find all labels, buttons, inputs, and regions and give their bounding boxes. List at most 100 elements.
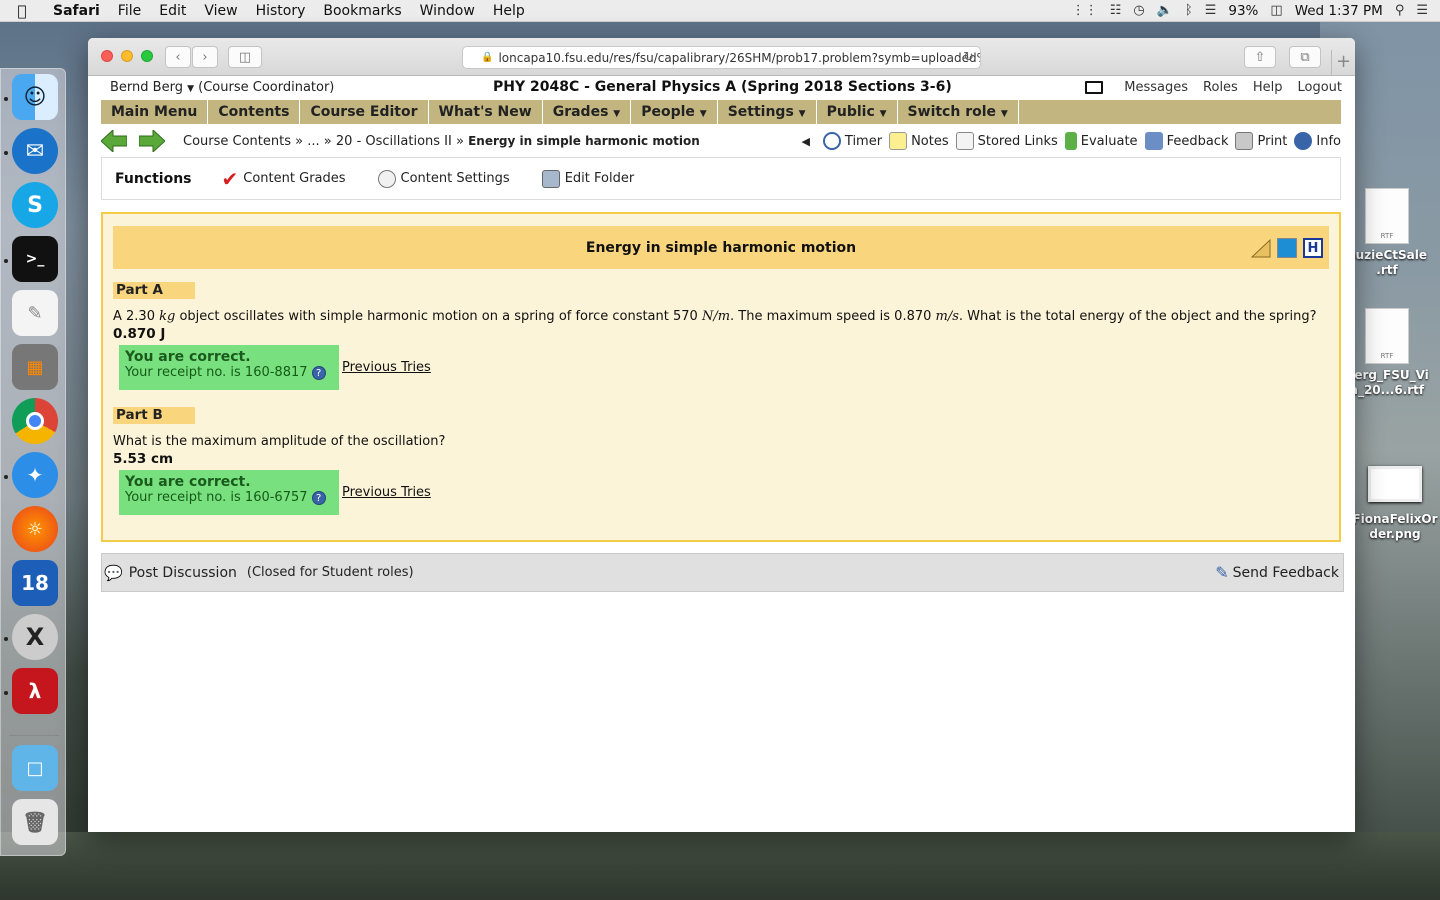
help-link[interactable]: Help	[1253, 80, 1283, 95]
rtf-document-icon: RTF	[1365, 308, 1409, 364]
stored-links-tool[interactable]: Stored Links	[955, 132, 1058, 150]
downloads-folder-icon[interactable]: □	[12, 745, 58, 791]
help-question-icon[interactable]: ?	[311, 365, 326, 380]
battery-percent[interactable]: 93%	[1228, 3, 1258, 19]
time-machine-icon[interactable]: ◷	[1133, 3, 1144, 18]
trash-icon[interactable]: 🗑	[12, 799, 58, 845]
acrobat-icon[interactable]: λ	[12, 668, 58, 714]
chrome-icon[interactable]	[12, 398, 58, 444]
feedback-tool[interactable]: Feedback	[1144, 132, 1228, 150]
previous-page-arrow-icon[interactable]	[101, 130, 127, 152]
print-tool[interactable]: Print	[1235, 132, 1287, 150]
breadcrumb-ellipsis[interactable]: ...	[307, 134, 319, 149]
zoom-window-button[interactable]	[141, 50, 153, 62]
logout-link[interactable]: Logout	[1297, 80, 1342, 95]
messages-link[interactable]: Messages	[1124, 80, 1188, 95]
menu-whats-new[interactable]: What's New	[429, 100, 543, 124]
part-b-previous-tries-link[interactable]: Previous Tries	[342, 485, 431, 500]
menu-file[interactable]: File	[109, 3, 150, 19]
checkmark-icon: ✔	[221, 166, 239, 191]
part-a-correct-box: You are correct. Your receipt no. is 160…	[119, 345, 339, 390]
menu-public[interactable]: Public ▼	[817, 100, 898, 124]
notes-tool[interactable]: Notes	[889, 132, 949, 150]
tool-label: Timer	[844, 133, 883, 149]
menu-settings[interactable]: Settings ▼	[718, 100, 817, 124]
function-label: Edit Folder	[564, 171, 635, 186]
minimize-window-button[interactable]	[121, 50, 133, 62]
volume-icon[interactable]: 🔈	[1157, 3, 1173, 18]
send-feedback-link[interactable]: ✎ Send Feedback	[1215, 563, 1339, 582]
rtf-document-icon: RTF	[1365, 188, 1409, 244]
help-question-icon[interactable]: ?	[311, 490, 326, 505]
apple-menu-icon[interactable]: 	[0, 2, 44, 20]
forward-button[interactable]: ›	[192, 46, 218, 68]
evaluate-tool[interactable]: Evaluate	[1064, 132, 1138, 150]
desktop-file-rtf[interactable]: RTF SuzieCtSale .rtf	[1344, 188, 1430, 278]
hint-icon[interactable]: H	[1303, 238, 1323, 258]
x11-icon[interactable]: X	[12, 614, 58, 660]
roles-link[interactable]: Roles	[1203, 80, 1238, 95]
terminal-icon[interactable]: >_	[12, 236, 58, 282]
menu-switch-role[interactable]: Switch role ▼	[898, 100, 1019, 124]
wireless-display-icon[interactable]: ☷	[1110, 3, 1122, 18]
calendar-18-icon[interactable]: 18	[12, 560, 58, 606]
firefox-icon[interactable]: ☼	[12, 506, 58, 552]
close-window-button[interactable]	[101, 50, 113, 62]
info-tool[interactable]: Info	[1294, 132, 1341, 150]
menu-history[interactable]: History	[247, 3, 315, 19]
timer-tool[interactable]: Timer	[822, 132, 883, 150]
thunderbird-icon[interactable]: ✉	[12, 128, 58, 174]
menu-bookmarks[interactable]: Bookmarks	[314, 3, 410, 19]
network-status-icon[interactable]: ⋮⋮	[1072, 3, 1098, 18]
menu-course-editor[interactable]: Course Editor	[300, 100, 429, 124]
menu-view[interactable]: View	[195, 3, 246, 19]
post-discussion-link[interactable]: 💬 Post Discussion	[104, 564, 237, 582]
question-text: . The maximum speed is 0.870	[730, 309, 936, 324]
sidebar-button[interactable]: ◫	[228, 46, 262, 68]
bluetooth-icon[interactable]: ᛒ	[1185, 3, 1193, 18]
menu-help[interactable]: Help	[484, 3, 534, 19]
desktop-file-rtf[interactable]: RTF Berg_FSU_Vi a_20...6.rtf	[1344, 308, 1430, 398]
desktop-file-png[interactable]: FionaFelixOr der.png	[1352, 466, 1438, 542]
monitor-icon[interactable]	[1085, 81, 1104, 94]
next-page-arrow-icon[interactable]	[139, 130, 165, 152]
menu-edit[interactable]: Edit	[150, 3, 195, 19]
menu-main-menu[interactable]: Main Menu	[101, 100, 209, 124]
menu-people[interactable]: People ▼	[631, 100, 718, 124]
back-button[interactable]: ‹	[165, 46, 191, 68]
collapse-triangle-icon[interactable]: ◀	[801, 135, 809, 148]
share-button[interactable]: ⇧	[1244, 46, 1276, 68]
menu-app-name[interactable]: Safari	[44, 3, 109, 19]
desktop-file-name: der.png	[1369, 527, 1421, 541]
user-role: (Course Coordinator)	[198, 80, 335, 95]
content-grades-link[interactable]: ✔ Content Grades	[222, 167, 346, 191]
wifi-icon[interactable]: ☰	[1205, 3, 1217, 18]
content-settings-link[interactable]: Content Settings	[377, 169, 510, 188]
finder-icon[interactable]: ☺	[12, 74, 58, 120]
part-a-previous-tries-link[interactable]: Previous Tries	[342, 360, 431, 375]
clock[interactable]: Wed 1:37 PM	[1295, 3, 1383, 19]
menu-grades[interactable]: Grades ▼	[543, 100, 632, 124]
battery-icon[interactable]: ◫	[1270, 3, 1282, 18]
address-bar[interactable]: 🔒 loncapa10.fsu.edu/res/fsu/capalibrary/…	[462, 46, 981, 69]
reload-icon[interactable]: ↻	[963, 50, 974, 65]
sidebar-icon: ◫	[238, 49, 252, 65]
edit-folder-link[interactable]: Edit Folder	[541, 169, 635, 188]
menu-contents[interactable]: Contents	[208, 100, 301, 124]
book-icon[interactable]	[1277, 238, 1297, 258]
notification-center-icon[interactable]: ☰	[1416, 3, 1428, 18]
spotlight-search-icon[interactable]: ⚲	[1395, 3, 1405, 18]
ruler-icon[interactable]	[1251, 238, 1271, 258]
new-tab-button[interactable]: +	[1331, 50, 1355, 76]
calculator-icon[interactable]: ▦	[12, 344, 58, 390]
textedit-icon[interactable]: ✎	[12, 290, 58, 336]
breadcrumb-folder[interactable]: 20 - Oscillations II	[336, 134, 452, 149]
top-links: Messages Roles Help Logout	[1085, 80, 1342, 95]
skype-icon[interactable]: S	[12, 182, 58, 228]
breadcrumb-course-contents[interactable]: Course Contents	[183, 134, 291, 149]
user-menu[interactable]: Bernd Berg ▼ (Course Coordinator)	[110, 80, 334, 95]
menu-label: Switch role	[907, 104, 997, 120]
menu-window[interactable]: Window	[411, 3, 484, 19]
safari-icon[interactable]: ✦	[12, 452, 58, 498]
tabs-overview-button[interactable]: ⧉	[1289, 46, 1321, 68]
